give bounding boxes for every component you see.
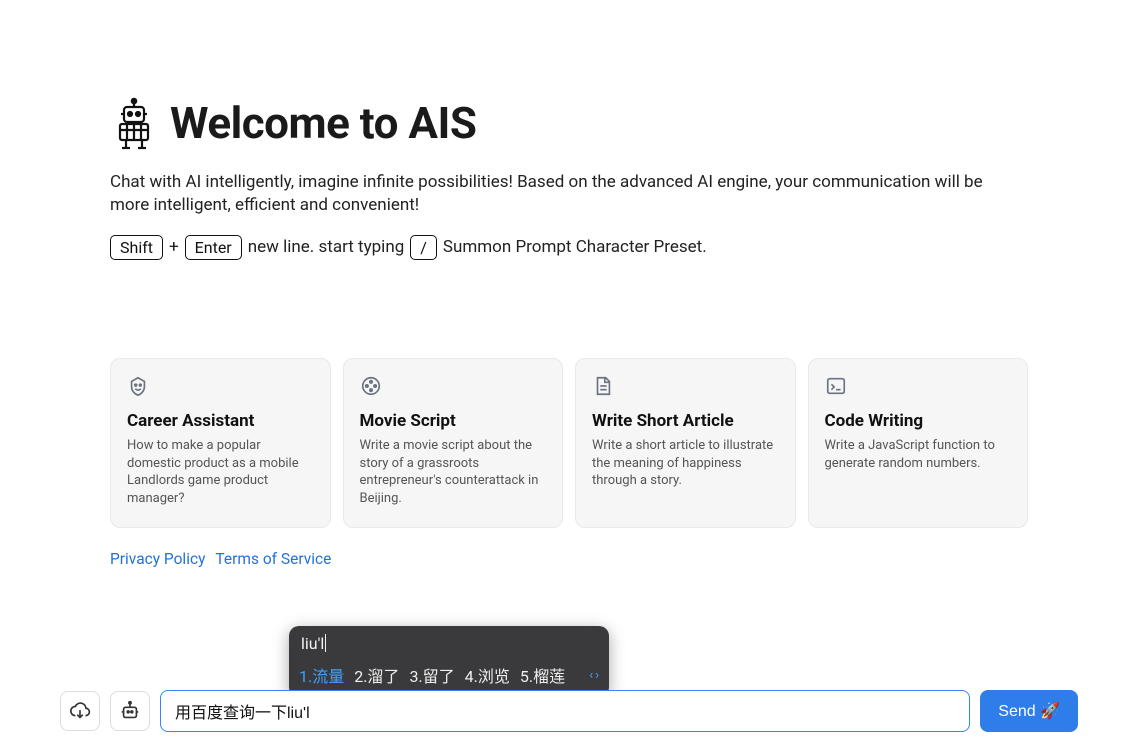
send-label: Send 🚀 (998, 701, 1060, 721)
document-icon (592, 375, 779, 397)
card-title: Write Short Article (592, 411, 779, 431)
chat-input[interactable] (160, 690, 970, 732)
robot-icon (110, 95, 158, 151)
keyboard-hints: Shift + Enter new line. start typing / S… (110, 235, 1028, 260)
card-desc: Write a JavaScript function to generate … (825, 437, 1012, 472)
ime-candidate-5[interactable]: 5.榴莲 (520, 663, 565, 687)
privacy-link[interactable]: Privacy Policy (110, 550, 205, 568)
ime-candidate-1[interactable]: 1.流量 (299, 663, 344, 687)
prompt-card-code[interactable]: Code Writing Write a JavaScript function… (808, 358, 1029, 528)
kbd-slash: / (410, 235, 437, 260)
film-icon (360, 375, 547, 397)
card-title: Movie Script (360, 411, 547, 431)
prompt-card-career[interactable]: Career Assistant How to make a popular d… (110, 358, 331, 528)
card-title: Career Assistant (127, 411, 314, 431)
robot-preset-button[interactable] (110, 691, 150, 731)
page-subtitle: Chat with AI intelligently, imagine infi… (110, 171, 990, 217)
page-title: Welcome to AIS (170, 97, 476, 149)
kbd-enter: Enter (185, 235, 242, 260)
prompt-card-article[interactable]: Write Short Article Write a short articl… (575, 358, 796, 528)
face-icon (127, 375, 314, 397)
ime-candidate-3[interactable]: 3.留了 (409, 663, 454, 687)
ime-next-icon[interactable]: › (595, 668, 599, 683)
kbd-shift: Shift (110, 235, 163, 260)
code-icon (825, 375, 1012, 397)
ime-panel: liu'l 1.流量 2.溜了 3.留了 4.浏览 5.榴莲 ‹ › (289, 626, 609, 697)
robot-small-icon (119, 700, 141, 722)
ime-input-text: liu'l (301, 634, 326, 653)
prompt-card-movie[interactable]: Movie Script Write a movie script about … (343, 358, 564, 528)
card-desc: Write a movie script about the story of … (360, 437, 547, 507)
card-desc: How to make a popular domestic product a… (127, 437, 314, 507)
card-desc: Write a short article to illustrate the … (592, 437, 779, 490)
ime-candidate-4[interactable]: 4.浏览 (465, 663, 510, 687)
cloud-download-icon (69, 700, 91, 722)
ime-prev-icon[interactable]: ‹ (589, 668, 593, 683)
card-title: Code Writing (825, 411, 1012, 431)
download-button[interactable] (60, 691, 100, 731)
send-button[interactable]: Send 🚀 (980, 690, 1078, 732)
ime-candidate-2[interactable]: 2.溜了 (354, 663, 399, 687)
terms-link[interactable]: Terms of Service (215, 550, 331, 568)
